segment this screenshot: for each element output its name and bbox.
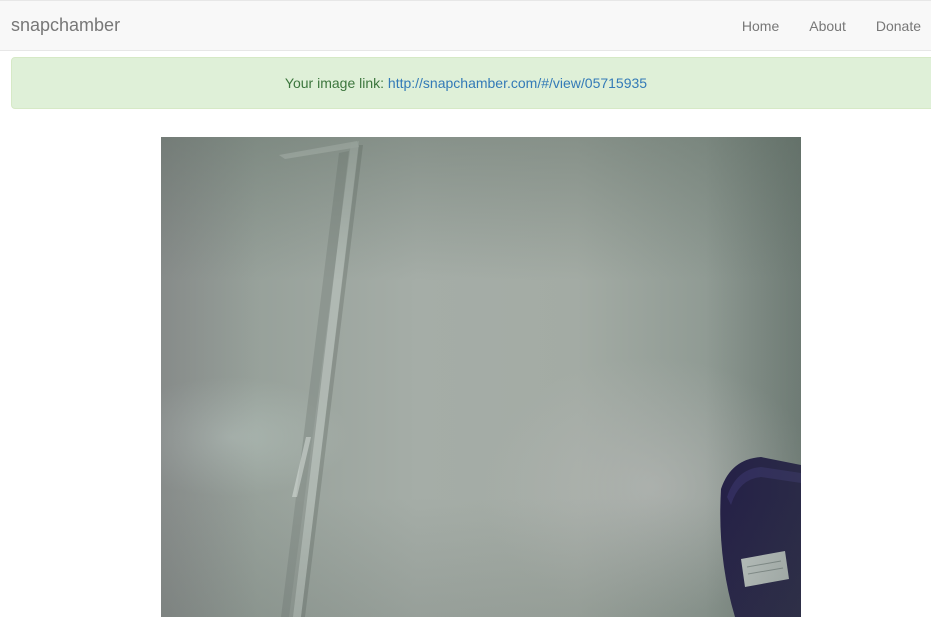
image-link-alert: Your image link: http://snapchamber.com/… [11,57,931,109]
nav-about-link[interactable]: About [809,18,846,34]
photo-vignette [161,137,801,617]
alert-prefix: Your image link: [284,75,388,91]
brand-link[interactable]: snapchamber [11,15,120,36]
captured-photo [161,137,801,617]
navbar: snapchamber Home About Donate [0,0,931,51]
nav-home-link[interactable]: Home [742,18,779,34]
image-link[interactable]: http://snapchamber.com/#/view/05715935 [388,75,647,91]
nav-donate-link[interactable]: Donate [876,18,921,34]
nav-links: Home About Donate [712,18,921,34]
